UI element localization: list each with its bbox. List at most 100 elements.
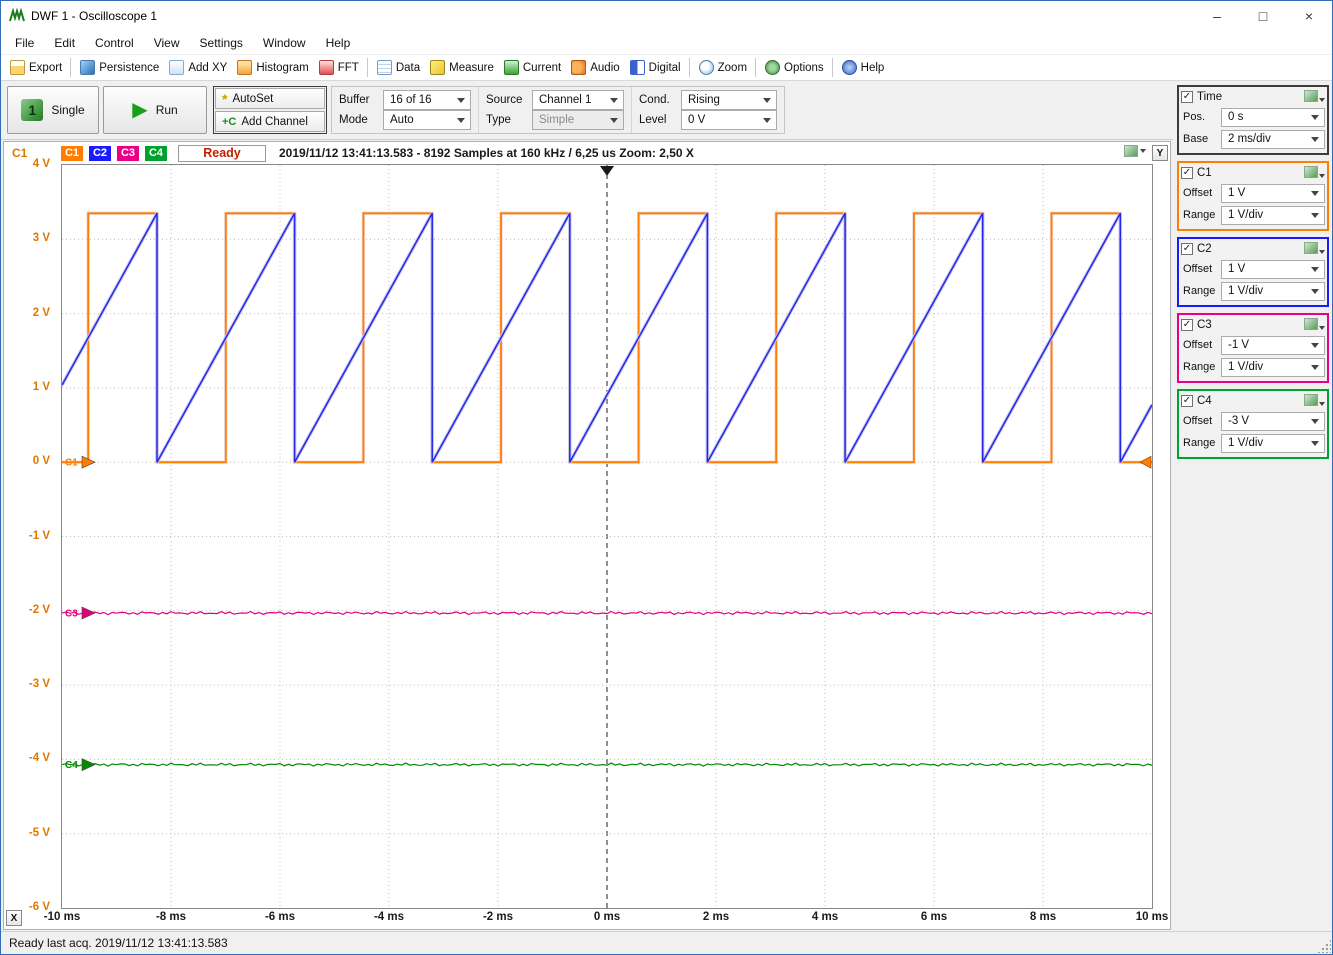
menu-item[interactable]: View <box>144 33 190 53</box>
row-label: Offset <box>1181 187 1219 199</box>
autoset-button[interactable]: * AutoSet <box>215 88 325 109</box>
add-channel-button[interactable]: +C Add Channel <box>215 111 325 132</box>
group-settings-icon[interactable] <box>1304 318 1325 333</box>
toolbar-label: Persistence <box>99 62 159 74</box>
settings-group: ✓ Time Pos. 0 s Base 2 ms/div <box>1177 85 1329 155</box>
plot-settings-icon[interactable] <box>1124 145 1146 157</box>
trace-C3 <box>62 612 1152 615</box>
offset-marker-C4[interactable] <box>82 759 95 771</box>
settings-row: Pos. 0 s <box>1181 106 1325 128</box>
single-button[interactable]: 1 Single <box>7 86 99 134</box>
plot-area[interactable]: C1C3C4 <box>61 164 1153 909</box>
group-header: ✓ C4 <box>1181 392 1325 410</box>
group-settings-icon[interactable] <box>1304 394 1325 409</box>
current-icon <box>504 60 519 75</box>
group-settings-icon[interactable] <box>1304 242 1325 257</box>
settings-row: Base 2 ms/div <box>1181 128 1325 150</box>
toolbar-label: Help <box>861 62 885 74</box>
row-label: Offset <box>1181 339 1219 351</box>
settings-row: Range 1 V/div <box>1181 204 1325 226</box>
row-select[interactable]: 0 s <box>1221 108 1325 127</box>
row-select[interactable]: 2 ms/div <box>1221 130 1325 149</box>
window-title: DWF 1 - Oscilloscope 1 <box>31 9 157 23</box>
toolbar-button[interactable]: Persistence <box>70 58 164 77</box>
close-button[interactable]: × <box>1286 1 1332 31</box>
settings-icon <box>1304 394 1318 406</box>
toolbar-button[interactable]: Data <box>367 58 425 77</box>
row-select[interactable]: 1 V/div <box>1221 434 1325 453</box>
trigger-position-marker[interactable] <box>600 166 614 176</box>
trigger-level-marker[interactable] <box>1140 456 1151 468</box>
checkbox[interactable]: ✓ <box>1181 319 1193 331</box>
chevron-down-icon <box>1308 267 1322 272</box>
toolbar-button[interactable]: Measure <box>425 58 499 77</box>
channel-badge[interactable]: C2 <box>89 146 111 161</box>
toolbar-button[interactable]: Audio <box>566 58 624 77</box>
group-header: ✓ C1 <box>1181 164 1325 182</box>
toolbar-button[interactable]: Digital <box>625 58 686 77</box>
row-select[interactable]: 1 V/div <box>1221 206 1325 225</box>
offset-marker-C3[interactable] <box>82 607 95 619</box>
menu-item[interactable]: Help <box>316 33 361 53</box>
toolbar-button[interactable]: Help <box>832 58 890 77</box>
settings-group: ✓ C3 Offset -1 V Range 1 V/di <box>1177 313 1329 383</box>
minimize-button[interactable]: – <box>1194 1 1240 31</box>
channel-badge[interactable]: C4 <box>145 146 167 161</box>
source-select[interactable]: Channel 1 <box>532 90 624 110</box>
toolbar-button[interactable]: FFT <box>314 58 364 77</box>
row-select[interactable]: 1 V/div <box>1221 358 1325 377</box>
resize-grip[interactable] <box>1317 939 1331 953</box>
settings-icon <box>1304 242 1318 254</box>
toolbar-button[interactable]: Export <box>5 58 67 77</box>
toolbar-button[interactable]: Add XY <box>164 58 232 77</box>
chevron-down-icon <box>454 98 468 103</box>
row-select[interactable]: -3 V <box>1221 412 1325 431</box>
y-tick-label: -1 V <box>29 530 50 542</box>
group-title: C1 <box>1197 167 1300 179</box>
toolbar-label: Export <box>29 62 62 74</box>
checkbox[interactable]: ✓ <box>1181 91 1193 103</box>
menu-item[interactable]: Window <box>253 33 316 53</box>
menu-item[interactable]: Settings <box>190 33 253 53</box>
menu-item[interactable]: Control <box>85 33 144 53</box>
level-select[interactable]: 0 V <box>681 110 777 130</box>
run-button[interactable]: ▶ Run <box>103 86 207 134</box>
channel-badge[interactable]: C3 <box>117 146 139 161</box>
chevron-down-icon <box>1318 402 1325 406</box>
type-select[interactable]: Simple <box>532 110 624 130</box>
mode-select[interactable]: Auto <box>383 110 471 130</box>
buffer-select[interactable]: 16 of 16 <box>383 90 471 110</box>
measure-icon <box>430 60 445 75</box>
row-select[interactable]: -1 V <box>1221 336 1325 355</box>
toolbar-button[interactable]: Zoom <box>689 58 752 77</box>
group-settings-icon[interactable] <box>1304 166 1325 181</box>
toolbar-button[interactable]: Current <box>499 58 566 77</box>
y-tick-label: 0 V <box>33 455 50 467</box>
y-axis-button[interactable]: Y <box>1152 145 1168 161</box>
chevron-down-icon <box>1318 174 1325 178</box>
channel-settings-panel: ✓ Time Pos. 0 s Base 2 ms/div <box>1177 85 1329 465</box>
row-select[interactable]: 1 V <box>1221 260 1325 279</box>
group-settings-icon[interactable] <box>1304 90 1325 105</box>
checkbox[interactable]: ✓ <box>1181 243 1193 255</box>
settings-icon <box>1304 90 1318 102</box>
waveform-canvas[interactable]: C1C3C4 <box>62 165 1152 908</box>
group-header: ✓ Time <box>1181 88 1325 106</box>
x-axis-button[interactable]: X <box>6 910 22 926</box>
run-icon: ▶ <box>132 100 147 120</box>
checkbox[interactable]: ✓ <box>1181 395 1193 407</box>
mode-label: Mode <box>339 114 383 126</box>
row-select[interactable]: 1 V/div <box>1221 282 1325 301</box>
group-title: C4 <box>1197 395 1300 407</box>
menu-item[interactable]: Edit <box>44 33 85 53</box>
checkbox[interactable]: ✓ <box>1181 167 1193 179</box>
row-select[interactable]: 1 V <box>1221 184 1325 203</box>
chevron-down-icon <box>1308 115 1322 120</box>
toolbar-button[interactable]: Options <box>755 58 829 77</box>
toolbar-button[interactable]: Histogram <box>232 58 313 77</box>
status-bar: Ready last acq. 2019/11/12 13:41:13.583 <box>1 931 1332 954</box>
maximize-button[interactable]: □ <box>1240 1 1286 31</box>
menu-item[interactable]: File <box>5 33 44 53</box>
channel-badge[interactable]: C1 <box>61 146 83 161</box>
cond-select[interactable]: Rising <box>681 90 777 110</box>
